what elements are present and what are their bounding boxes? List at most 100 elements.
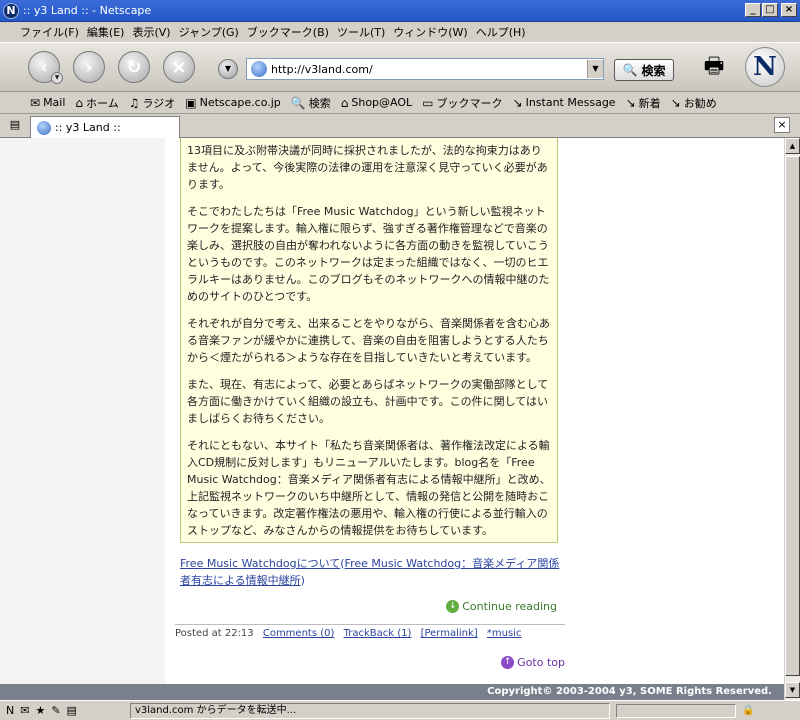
window-title: :: y3 Land :: - Netscape (23, 4, 152, 17)
post-paragraph: それにともない、本サイト「私たち音楽関係者は、著作権法改定による輸入CD規制に反… (187, 439, 551, 537)
minimize-button[interactable]: _ (745, 3, 761, 17)
forward-button[interactable]: › (73, 51, 105, 83)
post-paragraph: それぞれが自分で考え、出来ることをやりながら、音楽関係者を含む心ある音楽ファンが… (187, 317, 550, 364)
netscape-status-icon[interactable]: N (6, 704, 14, 717)
magnifier-icon: 🔍 (622, 63, 638, 77)
close-tab-button[interactable]: × (774, 117, 790, 133)
forward-arrow-icon: › (85, 56, 93, 78)
watchdog-about-link[interactable]: Free Music Watchdogについて (180, 557, 340, 570)
toolbar-bookmarks-label: ブックマーク (436, 96, 503, 110)
post-paragraph: 13項目に及ぶ附帯決議が同時に採択されましたが、法的な拘束力はありません。よって… (187, 144, 548, 191)
up-arrow-icon: ↑ (501, 656, 515, 669)
print-icon[interactable]: 🖶 (700, 49, 728, 79)
menu-help[interactable]: ヘルプ(H) (472, 24, 530, 40)
maximize-button[interactable]: □ (762, 3, 778, 17)
toolbar-radio-label: ラジオ (142, 96, 176, 110)
netscape-logo-icon: N (3, 2, 19, 19)
post-paragraph: そこでわたしたちは「Free Music Watchdog」という新しい監視ネッ… (187, 205, 550, 303)
toolbar-new[interactable]: ↘ 新着 (626, 95, 661, 111)
down-arrow-icon: ↓ (446, 600, 460, 613)
folder-icon: ▭ (422, 95, 434, 110)
search-button[interactable]: 🔍 検索 (614, 59, 674, 81)
my-icon: ▣ (185, 95, 197, 110)
new-tab-icon[interactable]: ▤ (6, 118, 24, 134)
search-icon: 🔍 (290, 95, 306, 110)
back-button[interactable]: ‹ ▼ (28, 51, 63, 84)
stop-button[interactable]: × (163, 51, 195, 83)
tab-title: :: y3 Land :: (55, 121, 121, 134)
scroll-thumb[interactable] (785, 156, 800, 676)
toolbar-recommend[interactable]: ↘ お勧め (671, 95, 717, 111)
toolbar-bookmarks[interactable]: ▭ ブックマーク (422, 95, 502, 111)
menu-tools[interactable]: ツール(T) (333, 24, 389, 40)
toolbar-netscape[interactable]: ▣ Netscape.co.jp (185, 96, 281, 110)
url-bar[interactable]: ▼ (246, 58, 604, 80)
headphones-icon: ♫ (128, 95, 140, 110)
comments-link[interactable]: Comments (0) (263, 628, 335, 639)
back-dropdown-icon[interactable]: ▼ (51, 72, 63, 84)
status-text: v3land.com からデータを転送中... (130, 702, 610, 719)
composer-icon[interactable]: ✎ (51, 704, 60, 717)
tab-globe-icon (37, 120, 51, 135)
tab-y3land[interactable]: :: y3 Land :: (30, 116, 180, 138)
aim-icon[interactable]: ★ (35, 704, 45, 717)
toolbar-home-label: ホーム (86, 96, 119, 110)
right-sidebar (565, 138, 784, 684)
toolbar-im-label: Instant Message (525, 96, 616, 109)
menu-bar: ファイル(F) 編集(E) 表示(V) ジャンプ(G) ブックマーク(B) ツー… (0, 22, 800, 42)
goto-top-link[interactable]: ↑ Goto top (501, 656, 565, 669)
url-dropdown-icon[interactable]: ▼ (587, 60, 603, 78)
history-dropdown-button[interactable]: ▼ (218, 59, 238, 79)
toolbar-search[interactable]: 🔍 検索 (291, 95, 331, 111)
posted-time: Posted at 22:13 (175, 628, 254, 639)
back-arrow-icon: ‹ (40, 56, 48, 78)
toolbar-im[interactable]: ↘ Instant Message (513, 96, 616, 110)
page-globe-icon (251, 61, 267, 77)
mail-icon[interactable]: ✉ (20, 704, 29, 717)
continue-reading-link[interactable]: ↓ Continue reading (446, 600, 557, 613)
home-icon: ⌂ (75, 95, 84, 110)
reload-icon: ↻ (126, 56, 142, 78)
vertical-scrollbar[interactable]: ▲ ▼ (784, 138, 800, 700)
search-button-label: 検索 (641, 63, 666, 78)
progress-bar (616, 703, 736, 718)
toolbar-shop[interactable]: ⌂ Shop@AOL (341, 96, 412, 110)
menu-bookmarks[interactable]: ブックマーク(B) (243, 24, 333, 40)
trackback-link[interactable]: TrackBack (1) (344, 628, 412, 639)
browser-window: N :: y3 Land :: - Netscape _ □ × ファイル(F)… (0, 0, 800, 720)
page-content: 13項目に及ぶ附帯決議が同時に採択されましたが、法的な拘束力はありません。よって… (0, 138, 784, 684)
more-links: Free Music Watchdogについて(Free Music Watch… (180, 557, 560, 587)
security-lock-icon[interactable]: 🔒 (742, 705, 754, 716)
toolbar-radio[interactable]: ♫ ラジオ (129, 95, 176, 111)
mail-icon: ✉ (30, 95, 41, 110)
bookmark-icon: ↘ (670, 95, 681, 110)
netscape-throbber-icon[interactable]: N (745, 47, 785, 87)
bookmark-icon: ↘ (512, 95, 523, 110)
menu-window[interactable]: ウィンドウ(W) (389, 24, 471, 40)
personal-toolbar: ✉ Mail ⌂ ホーム ♫ ラジオ ▣ Netscape.co.jp 🔍 検索 ⌂ Sho… (0, 92, 800, 114)
toolbar-recommend-label: お勧め (683, 96, 717, 110)
stop-icon: × (171, 56, 187, 78)
scroll-down-button[interactable]: ▼ (785, 682, 800, 698)
address-book-icon[interactable]: ▤ (67, 704, 77, 717)
reload-button[interactable]: ↻ (118, 51, 150, 83)
post-body: 13項目に及ぶ附帯決議が同時に採択されましたが、法的な拘束力はありません。よって… (180, 138, 558, 543)
shop-icon: ⌂ (340, 95, 349, 110)
menu-go[interactable]: ジャンプ(G) (175, 24, 243, 40)
title-bar: N :: y3 Land :: - Netscape _ □ × (0, 0, 800, 22)
close-window-button[interactable]: × (781, 3, 797, 17)
toolbar-mail-label: Mail (43, 96, 66, 109)
url-input[interactable] (271, 62, 587, 76)
permalink-link[interactable]: [Permalink] (421, 628, 478, 639)
menu-file[interactable]: ファイル(F) (16, 24, 83, 40)
navigation-toolbar: ‹▼ › ↻ × ▼ ▼ 🔍 検索 🖶 N (0, 42, 800, 92)
left-sidebar (0, 138, 165, 684)
toolbar-mail[interactable]: ✉ Mail (30, 96, 65, 110)
menu-edit[interactable]: 編集(E) (83, 24, 129, 40)
status-bar: N ✉ ★ ✎ ▤ v3land.com からデータを転送中... 🔒 (0, 700, 800, 720)
post-paragraph: また、現在、有志によって、必要とあらばネットワークの実働部隊として各方面に働きか… (187, 378, 549, 425)
category-link[interactable]: *music (487, 628, 522, 639)
scroll-up-button[interactable]: ▲ (785, 138, 800, 154)
toolbar-home[interactable]: ⌂ ホーム (75, 95, 118, 111)
menu-view[interactable]: 表示(V) (128, 24, 174, 40)
